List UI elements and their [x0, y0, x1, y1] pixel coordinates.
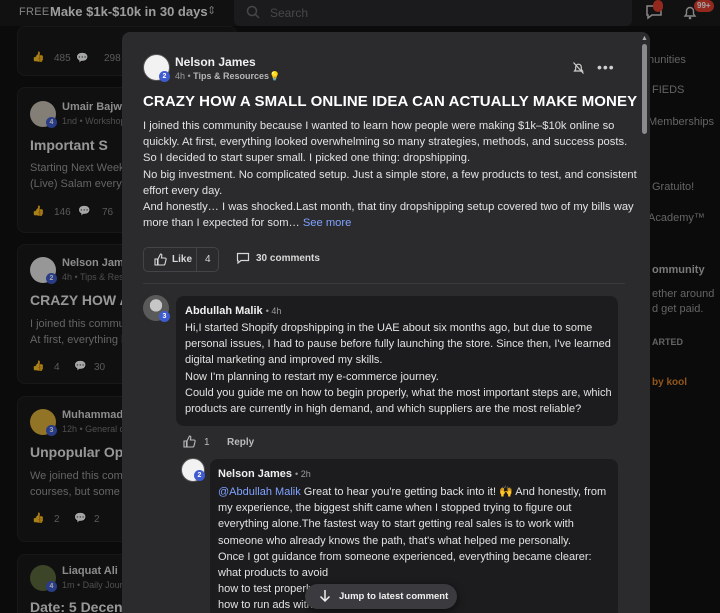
comment-line: products are currently in high demand, a…	[185, 403, 582, 416]
comment-icon	[236, 252, 250, 265]
comment-line: everything alone.The fastest way to star…	[218, 518, 574, 531]
comment-line: Now I'm planning to restart my e-commerc…	[185, 370, 439, 383]
scrollbar-thumb[interactable]	[642, 44, 647, 134]
comment-line: Hi,I started Shopify dropshipping in the…	[185, 322, 593, 334]
level-badge: 3	[159, 311, 170, 322]
post-body: I joined this community because I wanted…	[143, 118, 637, 231]
comment-line: someone who already knows the path, that…	[218, 534, 571, 547]
divider	[143, 283, 625, 284]
level-badge: 2	[159, 71, 170, 82]
post-body-line: So I decided to start super small. I pic…	[143, 152, 471, 165]
comment-like-count[interactable]: 1	[204, 437, 210, 448]
comment-text: Hi,I started Shopify dropshipping in the…	[185, 320, 612, 417]
post-title: CRAZY HOW A SMALL ONLINE IDEA CAN ACTUAL…	[143, 93, 638, 110]
like-count[interactable]: 4	[205, 254, 211, 265]
reply-button[interactable]: Reply	[227, 437, 254, 448]
notifications-off-icon[interactable]	[572, 61, 585, 75]
thumbs-up-icon[interactable]	[183, 435, 196, 448]
comment-author[interactable]: Abdullah Malik • 4h	[185, 305, 281, 317]
post-body-line: No big investment. No complicated setup.…	[143, 168, 637, 181]
comment-line: Could you guide me on how to begin prope…	[185, 386, 612, 399]
like-button[interactable]: Like 4	[143, 247, 219, 272]
thumbs-up-icon	[154, 253, 167, 266]
comment-author-name[interactable]: Nelson James	[218, 468, 292, 480]
jump-label: Jump to latest comment	[339, 591, 449, 602]
post-time: 4h	[175, 71, 186, 81]
lightbulb-icon: 💡	[269, 71, 281, 81]
comment-line: personal issues, I had to pause before f…	[185, 338, 611, 351]
divider	[196, 248, 197, 271]
see-more-link[interactable]: See more	[303, 217, 352, 229]
post-body-line: effort every day.	[143, 184, 223, 197]
comment-time: 2h	[300, 469, 311, 479]
like-label: Like	[172, 254, 193, 265]
post-body-line: quickly. At first, everything looked ove…	[143, 136, 628, 149]
comment-author[interactable]: Nelson James • 2h	[218, 468, 311, 480]
comment-line: Once I got guidance from someone experie…	[218, 550, 592, 563]
scroll-up-arrow-icon[interactable]: ▲	[641, 35, 648, 42]
jump-to-latest-button[interactable]: Jump to latest comment	[305, 584, 457, 609]
post-body-line: more than I expected for som… See more	[143, 215, 625, 231]
comment-actions: 1 Reply	[183, 435, 254, 453]
comments-label: 30 comments	[256, 253, 320, 264]
post-meta: 4h • Tips & Resources💡	[175, 71, 281, 81]
level-badge: 2	[194, 470, 205, 481]
comment-line: my experience, the biggest shift came wh…	[218, 502, 572, 515]
post-author[interactable]: Nelson James	[175, 55, 256, 69]
comment-line: what products to avoid	[218, 567, 329, 580]
comment-line: @Abdullah Malik Great to hear you're get…	[218, 484, 606, 500]
comments-count[interactable]: 30 comments	[236, 252, 320, 270]
post-body-text: more than I expected for som…	[143, 217, 300, 230]
post-body-line: And honestly… I was shocked.Last month, …	[143, 201, 634, 214]
comment-line: digital marketing and improved my skills…	[185, 354, 383, 367]
comment-text-span: Great to hear you're getting back into i…	[300, 486, 607, 498]
more-options-icon[interactable]: •••	[597, 59, 615, 75]
comment-time: 4h	[271, 306, 282, 316]
comment-author-name[interactable]: Abdullah Malik	[185, 305, 263, 317]
arrow-down-icon	[319, 590, 331, 603]
mention-link[interactable]: @Abdullah Malik	[218, 486, 301, 498]
post-category[interactable]: Tips & Resources	[193, 71, 269, 81]
post-body-line: I joined this community because I wanted…	[143, 120, 615, 132]
comment: Abdullah Malik • 4h Hi,I started Shopify…	[176, 296, 618, 426]
